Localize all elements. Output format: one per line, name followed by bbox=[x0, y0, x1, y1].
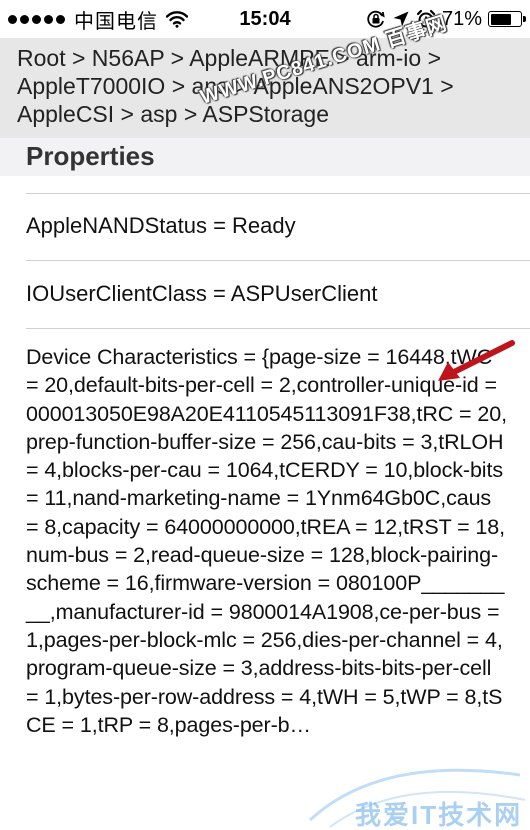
property-row-user-client-class[interactable]: IOUserClientClass = ASPUserClient bbox=[0, 280, 530, 308]
row-separator bbox=[26, 328, 530, 329]
alarm-icon bbox=[416, 9, 436, 28]
status-right: 71% bbox=[366, 7, 526, 31]
property-row-device-characteristics[interactable]: Device Characteristics = {page-size = 16… bbox=[0, 343, 530, 830]
location-arrow-icon bbox=[393, 11, 409, 27]
row-separator bbox=[26, 260, 530, 261]
battery-icon bbox=[488, 11, 526, 27]
breadcrumb[interactable]: Root > N56AP > AppleARMPE > arm-io > App… bbox=[0, 38, 530, 138]
section-header-properties: Properties bbox=[0, 138, 530, 176]
status-bar: 中国电信 15:04 71% bbox=[0, 0, 530, 38]
property-row-nand-status[interactable]: AppleNANDStatus = Ready bbox=[0, 212, 530, 240]
row-separator bbox=[26, 193, 530, 194]
battery-fill bbox=[490, 13, 511, 25]
battery-percent: 71% bbox=[441, 7, 482, 30]
rotation-lock-icon bbox=[367, 10, 385, 28]
screen: 中国电信 15:04 71% Root > N56AP > AppleARMPE… bbox=[0, 0, 530, 830]
